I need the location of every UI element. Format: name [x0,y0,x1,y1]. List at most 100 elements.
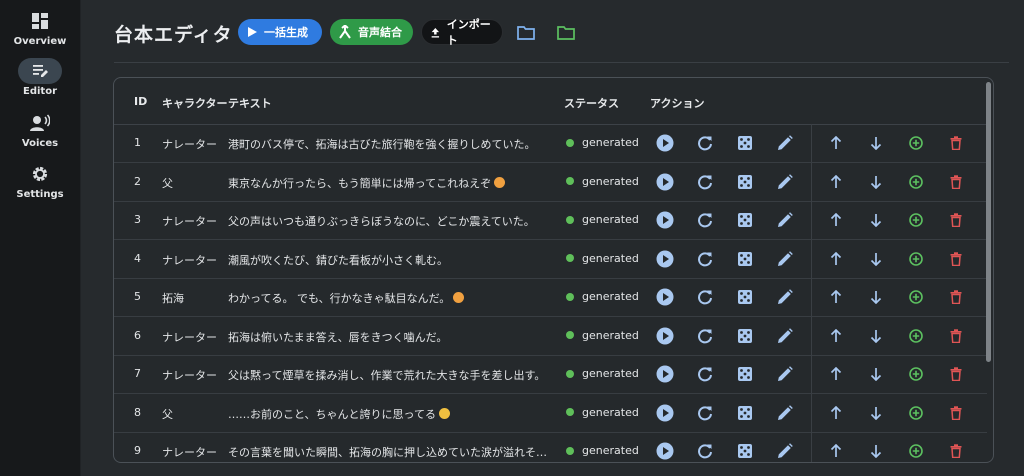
add-row-button[interactable] [906,403,926,423]
table-row[interactable]: 2 父 東京なんか行ったら、もう簡単には帰ってこれねえぞ generated [114,162,987,202]
table-row[interactable]: 7 ナレーター 父は黙って煙草を揉み消し、作業で荒れた大きな手を差し出す。 gener… [114,355,987,394]
add-row-button[interactable] [906,133,926,153]
random-button[interactable] [735,326,755,346]
move-up-button[interactable] [826,326,846,346]
scrollbar[interactable] [986,82,991,362]
batch-generate-button[interactable]: 一括生成 [238,19,322,45]
edit-button[interactable] [775,287,795,307]
edit-button[interactable] [775,133,795,153]
regenerate-button[interactable] [695,249,715,269]
delete-button[interactable] [946,210,966,230]
delete-button[interactable] [946,326,966,346]
delete-button[interactable] [946,172,966,192]
delete-button[interactable] [946,364,966,384]
move-down-button[interactable] [866,210,886,230]
edit-button[interactable] [775,403,795,423]
row-id: 2 [134,174,141,188]
add-row-button[interactable] [906,210,926,230]
random-button[interactable] [735,403,755,423]
regenerate-button[interactable] [695,172,715,192]
add-row-button[interactable] [906,249,926,269]
move-up-button[interactable] [826,210,846,230]
play-button[interactable] [655,249,675,269]
play-button[interactable] [655,441,675,461]
play-button[interactable] [655,287,675,307]
delete-button[interactable] [946,133,966,153]
edit-button[interactable] [775,249,795,269]
table-row[interactable]: 4 ナレーター 潮風が吹くたび、錆びた看板が小さく軋む。 generated [114,239,987,279]
import-button[interactable]: インポート [421,18,503,47]
arrow-down-icon [870,406,882,420]
play-button[interactable] [655,364,675,384]
refresh-icon [697,212,713,228]
move-down-button[interactable] [866,326,886,346]
edit-button[interactable] [775,172,795,192]
play-button[interactable] [655,326,675,346]
add-row-button[interactable] [906,441,926,461]
delete-button[interactable] [946,403,966,423]
move-up-button[interactable] [826,364,846,384]
output-folder-button[interactable] [555,22,577,42]
add-row-button[interactable] [906,287,926,307]
sidebar-item-editor[interactable]: Editor [0,58,80,97]
random-button[interactable] [735,133,755,153]
delete-button[interactable] [946,441,966,461]
merge-audio-button[interactable]: 音声結合 [330,19,413,45]
table-row[interactable]: 6 ナレーター 拓海は俯いたまま答え、唇をきつく噛んだ。 generated [114,316,987,356]
regenerate-button[interactable] [695,364,715,384]
move-up-button[interactable] [826,133,846,153]
regenerate-button[interactable] [695,441,715,461]
move-up-button[interactable] [826,403,846,423]
random-button[interactable] [735,364,755,384]
table-row[interactable]: 9 ナレーター その言葉を聞いた瞬間、拓海の胸に押し込めていた涙が溢れそうにな… ge… [114,432,987,462]
regenerate-button[interactable] [695,326,715,346]
edit-button[interactable] [775,441,795,461]
table-row[interactable]: 8 父 ……お前のこと、ちゃんと誇りに思ってる generated [114,393,987,433]
move-up-button[interactable] [826,249,846,269]
pencil-icon [777,366,793,382]
move-down-button[interactable] [866,364,886,384]
regenerate-button[interactable] [695,133,715,153]
edit-button[interactable] [775,210,795,230]
move-down-button[interactable] [866,172,886,192]
row-character: ナレーター [162,215,217,228]
random-button[interactable] [735,287,755,307]
play-button[interactable] [655,403,675,423]
move-down-button[interactable] [866,249,886,269]
regenerate-button[interactable] [695,287,715,307]
add-row-button[interactable] [906,172,926,192]
play-button[interactable] [655,172,675,192]
status-text: generated [582,136,639,149]
random-button[interactable] [735,210,755,230]
add-circle-icon [909,174,923,189]
edit-button[interactable] [775,364,795,384]
add-row-button[interactable] [906,364,926,384]
move-down-button[interactable] [866,287,886,307]
delete-button[interactable] [946,249,966,269]
random-button[interactable] [735,249,755,269]
move-up-button[interactable] [826,172,846,192]
edit-button[interactable] [775,326,795,346]
table-row[interactable]: 3 ナレーター 父の声はいつも通りぶっきらぼうなのに、どこか震えていた。 genera… [114,201,987,240]
move-down-button[interactable] [866,133,886,153]
status-text: generated [582,444,639,457]
open-folder-button[interactable] [515,22,537,42]
move-up-button[interactable] [826,287,846,307]
move-up-button[interactable] [826,441,846,461]
random-button[interactable] [735,441,755,461]
regenerate-button[interactable] [695,210,715,230]
refresh-icon [697,328,713,344]
play-button[interactable] [655,210,675,230]
sidebar-item-voices[interactable]: Voices [0,110,80,149]
play-button[interactable] [655,133,675,153]
table-row[interactable]: 1 ナレーター 港町のバス停で、拓海は古びた旅行鞄を強く握りしめていた。 genera… [114,124,987,163]
random-button[interactable] [735,172,755,192]
regenerate-button[interactable] [695,403,715,423]
delete-button[interactable] [946,287,966,307]
table-row[interactable]: 5 拓海 わかってる。 でも、行かなきゃ駄目なんだ。 generated [114,278,987,317]
sidebar-item-settings[interactable]: Settings [0,161,80,200]
add-row-button[interactable] [906,326,926,346]
move-down-button[interactable] [866,403,886,423]
sidebar-item-overview[interactable]: Overview [0,8,80,47]
move-down-button[interactable] [866,441,886,461]
